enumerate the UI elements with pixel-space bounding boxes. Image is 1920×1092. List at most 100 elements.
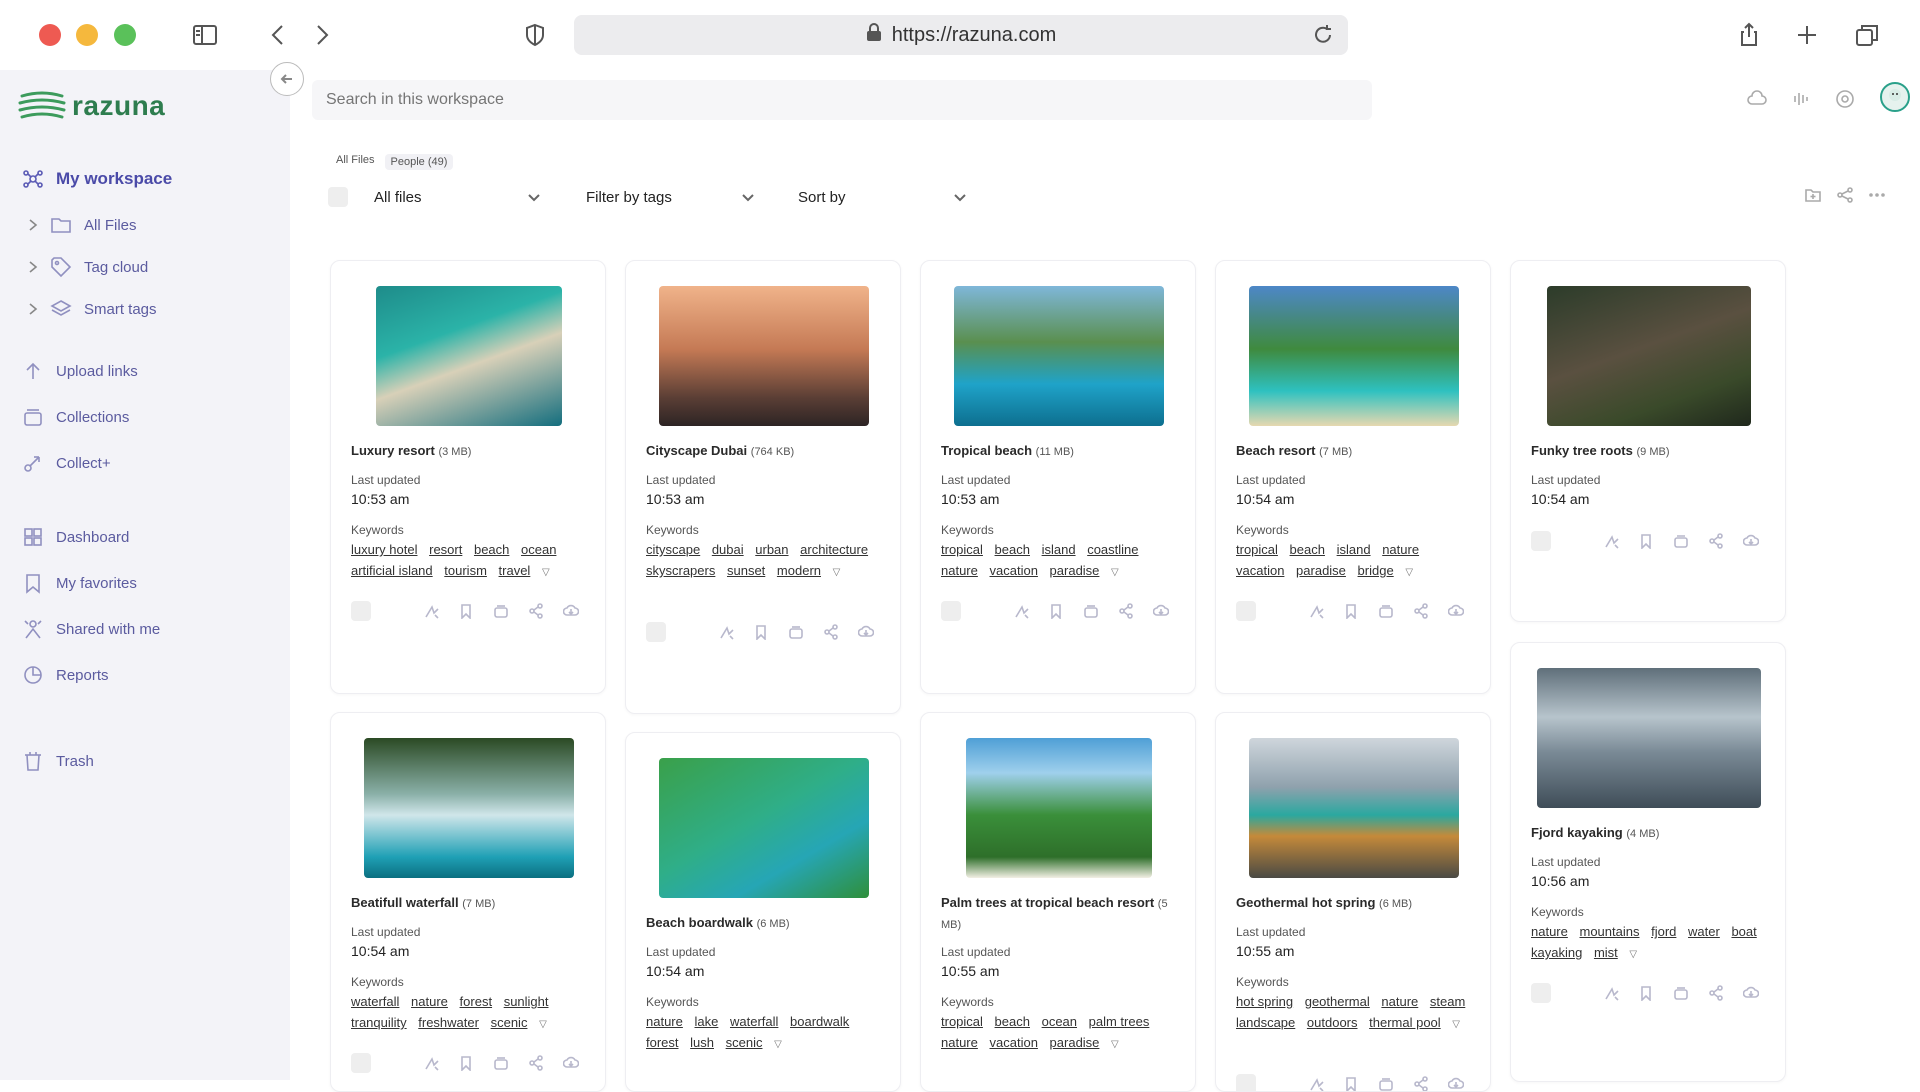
download-icon[interactable] [562, 603, 581, 621]
keyword-tag[interactable]: beach [474, 542, 509, 557]
keyword-tag[interactable]: skyscrapers [646, 563, 715, 578]
asset-thumbnail[interactable] [1547, 286, 1751, 426]
keyword-tag[interactable]: kayaking [1531, 945, 1582, 960]
keyword-tag[interactable]: sunset [727, 563, 765, 578]
keyword-tag[interactable]: nature [1531, 924, 1568, 939]
shield-icon[interactable] [518, 18, 552, 52]
keyword-tag[interactable]: forest [460, 994, 493, 1009]
download-icon[interactable] [1447, 603, 1466, 621]
bookmark-icon[interactable] [1638, 533, 1656, 551]
minimize-window-button[interactable] [76, 24, 98, 46]
search-input[interactable] [312, 80, 1372, 120]
share-icon[interactable] [1118, 603, 1136, 621]
all-files-dropdown[interactable]: All files [374, 184, 542, 210]
keyword-tag[interactable]: mountains [1580, 924, 1640, 939]
keyword-tag[interactable]: tropical [941, 542, 983, 557]
ai-tag-icon[interactable] [1603, 533, 1621, 551]
share-icon[interactable] [1732, 18, 1766, 52]
brand-logo[interactable]: razuna [18, 88, 165, 124]
ai-tag-icon[interactable] [423, 1055, 441, 1073]
asset-card[interactable]: Luxury resort (3 MB) Last updated 10:53 am… [330, 260, 606, 694]
keyword-tag[interactable]: freshwater [418, 1015, 479, 1030]
sidebar-item-reports[interactable]: Reports [22, 662, 109, 688]
expand-keywords-icon[interactable]: ▽ [1452, 1019, 1460, 1030]
asset-card[interactable]: Geothermal hot spring (6 MB) Last updated… [1215, 712, 1491, 1092]
keyword-tag[interactable]: nature [1382, 542, 1419, 557]
share-icon[interactable] [1708, 985, 1726, 1003]
download-icon[interactable] [1447, 1076, 1466, 1091]
sidebar-item-smart-tags[interactable]: Smart tags [26, 296, 157, 322]
asset-thumbnail[interactable] [966, 738, 1152, 878]
sidebar-item-my-workspace[interactable]: My workspace [22, 166, 172, 192]
help-icon[interactable] [1830, 84, 1860, 114]
bookmark-icon[interactable] [1343, 1076, 1361, 1091]
keyword-tag[interactable]: ocean [1042, 1014, 1077, 1029]
keyword-tag[interactable]: waterfall [730, 1014, 778, 1029]
asset-card[interactable]: Beach boardwalk (6 MB) Last updated 10:54 … [625, 732, 901, 1092]
asset-title[interactable]: Funky tree roots (9 MB) [1531, 441, 1771, 462]
sort-by-dropdown[interactable]: Sort by [798, 184, 968, 210]
keyword-tag[interactable]: water [1688, 924, 1720, 939]
keyword-tag[interactable]: hot spring [1236, 994, 1293, 1009]
cloud-sync-icon[interactable] [1742, 84, 1772, 114]
bookmark-icon[interactable] [753, 624, 771, 642]
keyword-tag[interactable]: geothermal [1305, 994, 1370, 1009]
keyword-tag[interactable]: vacation [1236, 563, 1284, 578]
add-to-collection-icon[interactable] [1673, 533, 1691, 551]
asset-card[interactable]: Beach resort (7 MB) Last updated 10:54 am K… [1215, 260, 1491, 694]
share-icon[interactable] [528, 603, 546, 621]
keyword-tag[interactable]: forest [646, 1035, 679, 1050]
activity-icon[interactable] [1786, 84, 1816, 114]
asset-select-checkbox[interactable] [1236, 601, 1256, 621]
keyword-tag[interactable]: island [1042, 542, 1076, 557]
asset-title[interactable]: Fjord kayaking (4 MB) [1531, 823, 1771, 844]
share-icon[interactable] [1836, 186, 1854, 209]
download-icon[interactable] [1742, 533, 1761, 551]
keyword-tag[interactable]: nature [941, 563, 978, 578]
ai-tag-icon[interactable] [423, 603, 441, 621]
keyword-tag[interactable]: nature [646, 1014, 683, 1029]
asset-card[interactable]: Cityscape Dubai (764 KB) Last updated 10:5… [625, 260, 901, 714]
asset-thumbnail[interactable] [376, 286, 562, 426]
expand-keywords-icon[interactable]: ▽ [1111, 1039, 1119, 1050]
filter-by-tags-dropdown[interactable]: Filter by tags [586, 184, 756, 210]
keyword-tag[interactable]: boardwalk [790, 1014, 849, 1029]
keyword-tag[interactable]: bridge [1358, 563, 1394, 578]
maximize-window-button[interactable] [114, 24, 136, 46]
keyword-tag[interactable]: lush [690, 1035, 714, 1050]
keyword-tag[interactable]: paradise [1050, 1035, 1100, 1050]
keyword-tag[interactable]: landscape [1236, 1015, 1295, 1030]
bookmark-icon[interactable] [1638, 985, 1656, 1003]
ai-tag-icon[interactable] [1308, 603, 1326, 621]
add-to-collection-icon[interactable] [1378, 603, 1396, 621]
asset-thumbnail[interactable] [1537, 668, 1761, 808]
download-icon[interactable] [1742, 985, 1761, 1003]
tabs-overview-icon[interactable] [1850, 18, 1884, 52]
asset-select-checkbox[interactable] [646, 622, 666, 642]
sidebar-item-shared-with-me[interactable]: Shared with me [22, 616, 160, 642]
keyword-tag[interactable]: nature [411, 994, 448, 1009]
asset-card[interactable]: Tropical beach (11 MB) Last updated 10:53 … [920, 260, 1196, 694]
keyword-tag[interactable]: island [1337, 542, 1371, 557]
keyword-tag[interactable]: scenic [726, 1035, 763, 1050]
keyword-tag[interactable]: tourism [444, 563, 487, 578]
asset-title[interactable]: Beach boardwalk (6 MB) [646, 913, 886, 934]
keyword-tag[interactable]: cityscape [646, 542, 700, 557]
expand-keywords-icon[interactable]: ▽ [833, 567, 841, 578]
sidebar-item-tag-cloud[interactable]: Tag cloud [26, 254, 148, 280]
keyword-tag[interactable]: vacation [990, 1035, 1038, 1050]
breadcrumb-people[interactable]: People (49) [384, 154, 454, 170]
add-to-collection-icon[interactable] [1673, 985, 1691, 1003]
keyword-tag[interactable]: coastline [1087, 542, 1138, 557]
collapse-sidebar-button[interactable] [270, 62, 304, 96]
asset-card[interactable]: Fjord kayaking (4 MB) Last updated 10:56 a… [1510, 642, 1786, 1082]
keyword-tag[interactable]: thermal pool [1369, 1015, 1441, 1030]
asset-title[interactable]: Luxury resort (3 MB) [351, 441, 591, 462]
keyword-tag[interactable]: outdoors [1307, 1015, 1358, 1030]
keyword-tag[interactable]: tranquility [351, 1015, 407, 1030]
forward-arrow-icon[interactable] [304, 18, 338, 52]
sidebar-item-trash[interactable]: Trash [22, 748, 94, 774]
back-arrow-icon[interactable] [262, 18, 296, 52]
asset-title[interactable]: Beach resort (7 MB) [1236, 441, 1476, 462]
keyword-tag[interactable]: paradise [1050, 563, 1100, 578]
